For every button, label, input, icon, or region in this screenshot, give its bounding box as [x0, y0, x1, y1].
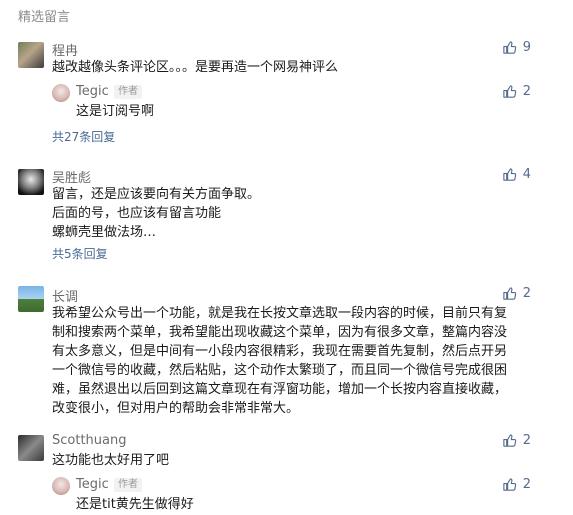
like-count: 2 [522, 477, 531, 492]
like-button[interactable]: 2 [502, 433, 531, 448]
like-count: 9 [522, 40, 531, 55]
view-replies-link[interactable]: 共27条回复 [52, 128, 115, 145]
avatar[interactable] [18, 169, 44, 195]
like-button[interactable]: 2 [502, 286, 531, 301]
avatar[interactable] [18, 42, 44, 68]
author-badge: 作者 [114, 478, 142, 492]
comment-text: 这功能也太好用了吧 [52, 453, 170, 468]
like-count: 2 [522, 84, 531, 99]
thumbs-up-icon [503, 287, 516, 300]
reply-like-button[interactable]: 2 [502, 84, 531, 99]
thumbs-up-icon [503, 85, 516, 98]
comment-2: 吴胜彪 留言，还是应该要向有关方面争取。 后面的号，也应该有留言功能 螺蛳壳里做… [0, 167, 573, 267]
like-count: 2 [522, 433, 531, 448]
commenter-name[interactable]: 程冉 [52, 40, 78, 59]
thumbs-up-icon [503, 434, 516, 447]
reply-like-button[interactable]: 2 [502, 477, 531, 492]
reply-text: 还是tit黄先生做得好 [76, 497, 194, 512]
comment-text: 留言，还是应该要向有关方面争取。 后面的号，也应该有留言功能 螺蛳壳里做法场… [52, 187, 261, 240]
avatar[interactable] [18, 435, 44, 461]
reply-author-name[interactable]: Tegic [76, 84, 109, 99]
author-avatar[interactable] [52, 477, 70, 495]
thumbs-up-icon [503, 168, 516, 181]
commenter-name[interactable]: Scotthuang [52, 433, 126, 448]
avatar[interactable] [18, 286, 44, 312]
like-count: 2 [522, 286, 531, 301]
thumbs-up-icon [503, 41, 516, 54]
comment-4: Scotthuang 这功能也太好用了吧 2 Tegic 作者 还是tit黄先生… [0, 433, 573, 515]
reply-author-name[interactable]: Tegic [76, 477, 109, 492]
comment-text: 我希望公众号出一个功能，就是我在长按文章选取一段内容的时候，目前只有复 制和搜索… [52, 306, 508, 416]
section-title: 精选留言 [18, 10, 71, 25]
comment-1: 程冉 越改越像头条评论区。。。是要再造一个网易神评么 9 Tegic 作者 这是… [0, 40, 573, 148]
view-replies-link[interactable]: 共5条回复 [52, 245, 108, 262]
comment-3: 长调 我希望公众号出一个功能，就是我在长按文章选取一段内容的时候，目前只有复 制… [0, 286, 573, 416]
thumbs-up-icon [503, 478, 516, 491]
author-avatar[interactable] [52, 84, 70, 102]
like-count: 4 [522, 167, 531, 182]
like-button[interactable]: 4 [502, 167, 531, 182]
reply-text: 这是订阅号啊 [76, 104, 155, 119]
commenter-name[interactable]: 吴胜彪 [52, 167, 91, 186]
comment-text: 越改越像头条评论区。。。是要再造一个网易神评么 [52, 60, 339, 75]
commenter-name[interactable]: 长调 [52, 286, 78, 305]
like-button[interactable]: 9 [502, 40, 531, 55]
author-badge: 作者 [114, 85, 142, 99]
